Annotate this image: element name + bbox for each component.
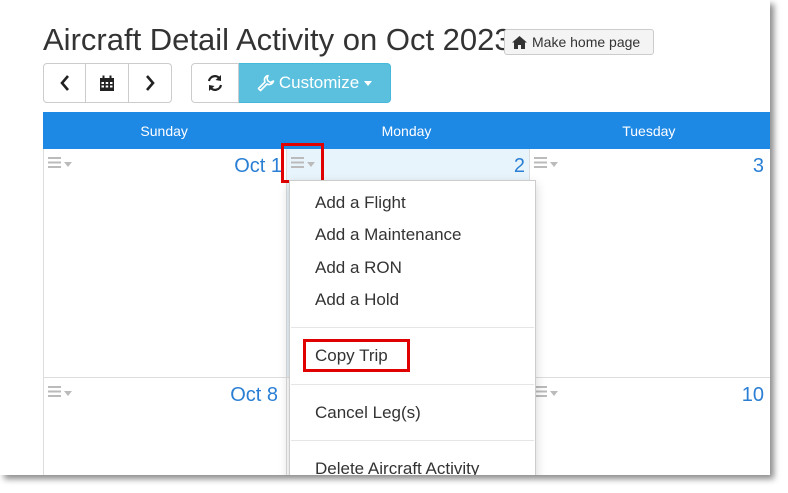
next-button[interactable]	[129, 63, 172, 103]
day-cell-oct-1[interactable]: Oct 1	[43, 149, 286, 378]
prev-button[interactable]	[43, 63, 86, 103]
chevron-down-icon	[364, 80, 373, 86]
make-home-page-label: Make home page	[532, 34, 641, 50]
home-icon	[512, 35, 527, 49]
customize-label: Customize	[278, 73, 360, 92]
day-menu-toggle[interactable]	[48, 386, 72, 397]
chevron-down-icon	[64, 390, 72, 396]
day-cell-oct-10[interactable]: 10	[529, 378, 770, 475]
menu-item-add-hold[interactable]: Add a Hold	[315, 290, 399, 310]
calendar-icon	[100, 75, 114, 91]
menu-item-cancel-legs[interactable]: Cancel Leg(s)	[315, 403, 421, 423]
app-window: Aircraft Detail Activity on Oct 2023 Mak…	[0, 0, 770, 475]
day-header-sunday: Sunday	[140, 122, 188, 139]
page-title: Aircraft Detail Activity on Oct 2023	[43, 22, 512, 57]
refresh-button[interactable]	[191, 63, 239, 103]
menu-icon	[48, 386, 61, 397]
date-nav-group	[43, 63, 172, 103]
menu-item-add-ron[interactable]: Add a RON	[315, 258, 402, 278]
day-number[interactable]: Oct 1	[234, 155, 282, 178]
day-cell-oct-3[interactable]: 3	[529, 149, 770, 378]
calendar-header: Sunday Monday Tuesday	[43, 112, 770, 149]
refresh-icon	[207, 75, 223, 91]
action-group: Customize	[191, 63, 391, 103]
menu-divider	[291, 384, 534, 385]
day-context-menu: Add a Flight Add a Maintenance Add a RON…	[289, 180, 536, 475]
menu-divider	[291, 327, 534, 328]
chevron-right-icon	[146, 75, 155, 91]
menu-icon	[534, 157, 547, 168]
day-number[interactable]: Oct 8	[230, 384, 278, 407]
menu-item-add-flight[interactable]: Add a Flight	[315, 193, 406, 213]
calendar-button[interactable]	[86, 63, 129, 103]
menu-icon	[48, 157, 61, 168]
make-home-page-button[interactable]: Make home page	[504, 29, 654, 55]
day-number[interactable]: 10	[742, 384, 764, 407]
chevron-down-icon	[550, 161, 558, 167]
chevron-down-icon	[550, 390, 558, 396]
menu-divider	[291, 440, 534, 441]
day-menu-toggle[interactable]	[534, 157, 558, 168]
menu-item-add-maintenance[interactable]: Add a Maintenance	[315, 225, 462, 245]
customize-button[interactable]: Customize	[239, 63, 391, 103]
day-cell-oct-8[interactable]: Oct 8	[43, 378, 286, 475]
menu-item-delete-activity[interactable]: Delete Aircraft Activity	[315, 459, 479, 475]
wrench-icon	[257, 74, 275, 92]
day-number[interactable]: 2	[514, 155, 525, 178]
day-header-tuesday: Tuesday	[622, 122, 676, 139]
highlight-menu-toggle	[281, 143, 324, 183]
day-menu-toggle[interactable]	[48, 157, 72, 168]
chevron-left-icon	[59, 75, 69, 91]
chevron-down-icon	[64, 161, 72, 167]
day-menu-toggle[interactable]	[534, 386, 558, 397]
day-number[interactable]: 3	[753, 155, 764, 178]
highlight-copy-trip	[303, 339, 410, 372]
